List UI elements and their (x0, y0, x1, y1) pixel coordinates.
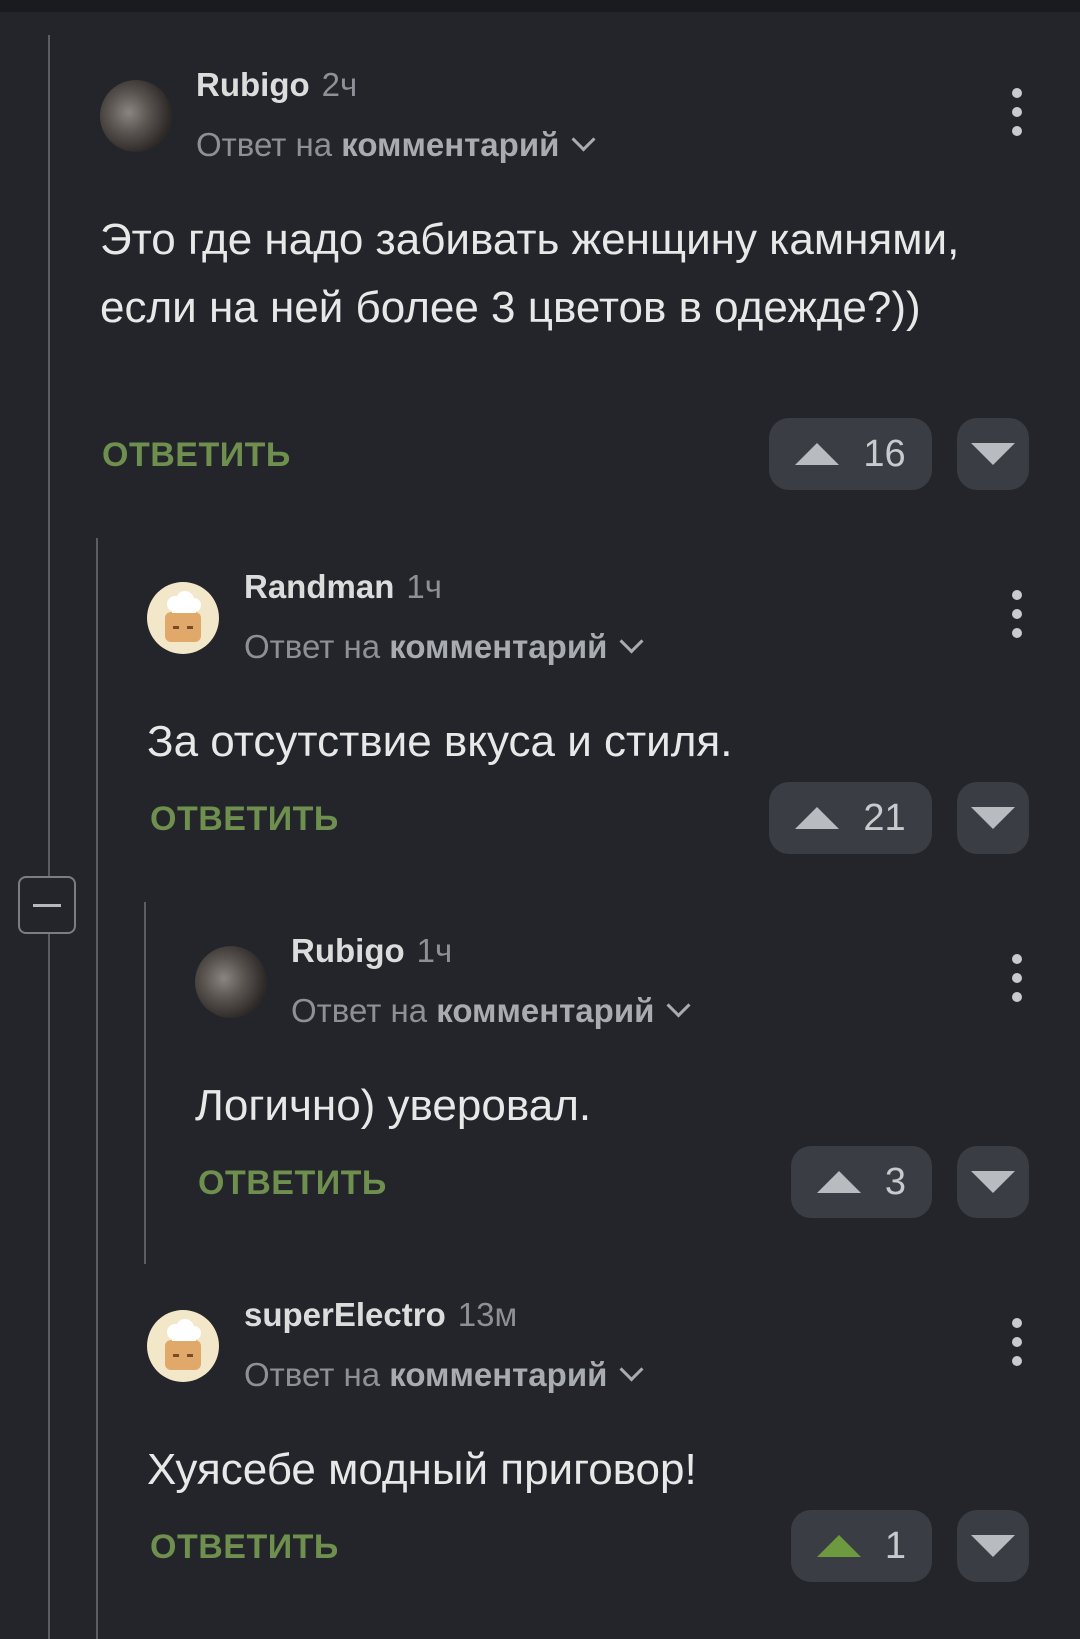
more-options-icon[interactable] (1007, 954, 1027, 1002)
arrow-down-icon (971, 1535, 1015, 1557)
reply-button[interactable]: ОТВЕТИТЬ (102, 436, 291, 475)
arrow-up-icon (795, 443, 840, 465)
vote-count: 1 (884, 1524, 907, 1567)
comment-author[interactable]: Randman 1ч (244, 568, 442, 606)
comment-author[interactable]: superElectro 13м (244, 1296, 517, 1334)
arrow-down-icon (971, 1171, 1015, 1193)
reply-button[interactable]: ОТВЕТИТЬ (150, 800, 339, 839)
chevron-down-icon[interactable] (571, 127, 596, 152)
vote-count: 3 (884, 1160, 907, 1203)
reply-button[interactable]: ОТВЕТИТЬ (198, 1164, 387, 1203)
chevron-down-icon[interactable] (666, 993, 691, 1018)
parent-comment-link[interactable]: комментарий (341, 126, 559, 163)
collapse-thread-button[interactable] (18, 876, 76, 934)
downvote-button[interactable] (957, 418, 1029, 490)
thread-line[interactable] (48, 35, 50, 1639)
comment-text: Логично) уверовал. (195, 1081, 592, 1130)
chevron-down-icon[interactable] (619, 629, 644, 654)
upvote-button[interactable]: 16 (769, 418, 932, 490)
reply-to: Ответ на комментарий (244, 1356, 644, 1394)
chef-avatar[interactable] (147, 582, 219, 654)
comment-text: Хуясебе модный приговор! (147, 1445, 697, 1494)
cat-avatar[interactable] (195, 946, 267, 1018)
comment-author[interactable]: Rubigo 2ч (196, 66, 357, 104)
more-options-icon[interactable] (1007, 88, 1027, 136)
downvote-button[interactable] (957, 782, 1029, 854)
comment-time: 1ч (416, 932, 453, 969)
comment-time: 13м (457, 1296, 518, 1333)
upvote-button[interactable]: 21 (769, 782, 932, 854)
parent-comment-link[interactable]: комментарий (436, 992, 654, 1029)
comment-text: За отсутствие вкуса и стиля. (147, 717, 733, 766)
reply-button[interactable]: ОТВЕТИТЬ (150, 1528, 339, 1567)
downvote-button[interactable] (957, 1510, 1029, 1582)
arrow-up-icon (816, 1171, 861, 1193)
cat-avatar[interactable] (100, 80, 172, 152)
arrow-up-icon (816, 1535, 861, 1557)
more-options-icon[interactable] (1007, 1318, 1027, 1366)
arrow-down-icon (971, 443, 1015, 465)
comment-time: 2ч (321, 66, 358, 103)
comment-text: Это где надо забивать женщину камнями, е… (100, 215, 960, 332)
chevron-down-icon[interactable] (619, 1357, 644, 1382)
thread-line[interactable] (96, 538, 98, 1639)
vote-count: 16 (863, 432, 906, 475)
chef-avatar[interactable] (147, 1310, 219, 1382)
more-options-icon[interactable] (1007, 590, 1027, 638)
arrow-down-icon (971, 807, 1015, 829)
parent-comment-link[interactable]: комментарий (389, 628, 607, 665)
arrow-up-icon (795, 807, 840, 829)
downvote-button[interactable] (957, 1146, 1029, 1218)
upvote-button[interactable]: 3 (791, 1146, 932, 1218)
reply-to: Ответ на комментарий (244, 628, 644, 666)
top-bar (0, 0, 1080, 12)
reply-to: Ответ на комментарий (291, 992, 691, 1030)
comment-author[interactable]: Rubigo 1ч (291, 932, 452, 970)
vote-count: 21 (863, 796, 906, 839)
reply-to: Ответ на комментарий (196, 126, 596, 164)
upvote-button[interactable]: 1 (791, 1510, 932, 1582)
comment-time: 1ч (406, 568, 442, 605)
thread-line[interactable] (144, 902, 146, 1264)
parent-comment-link[interactable]: комментарий (389, 1356, 607, 1393)
